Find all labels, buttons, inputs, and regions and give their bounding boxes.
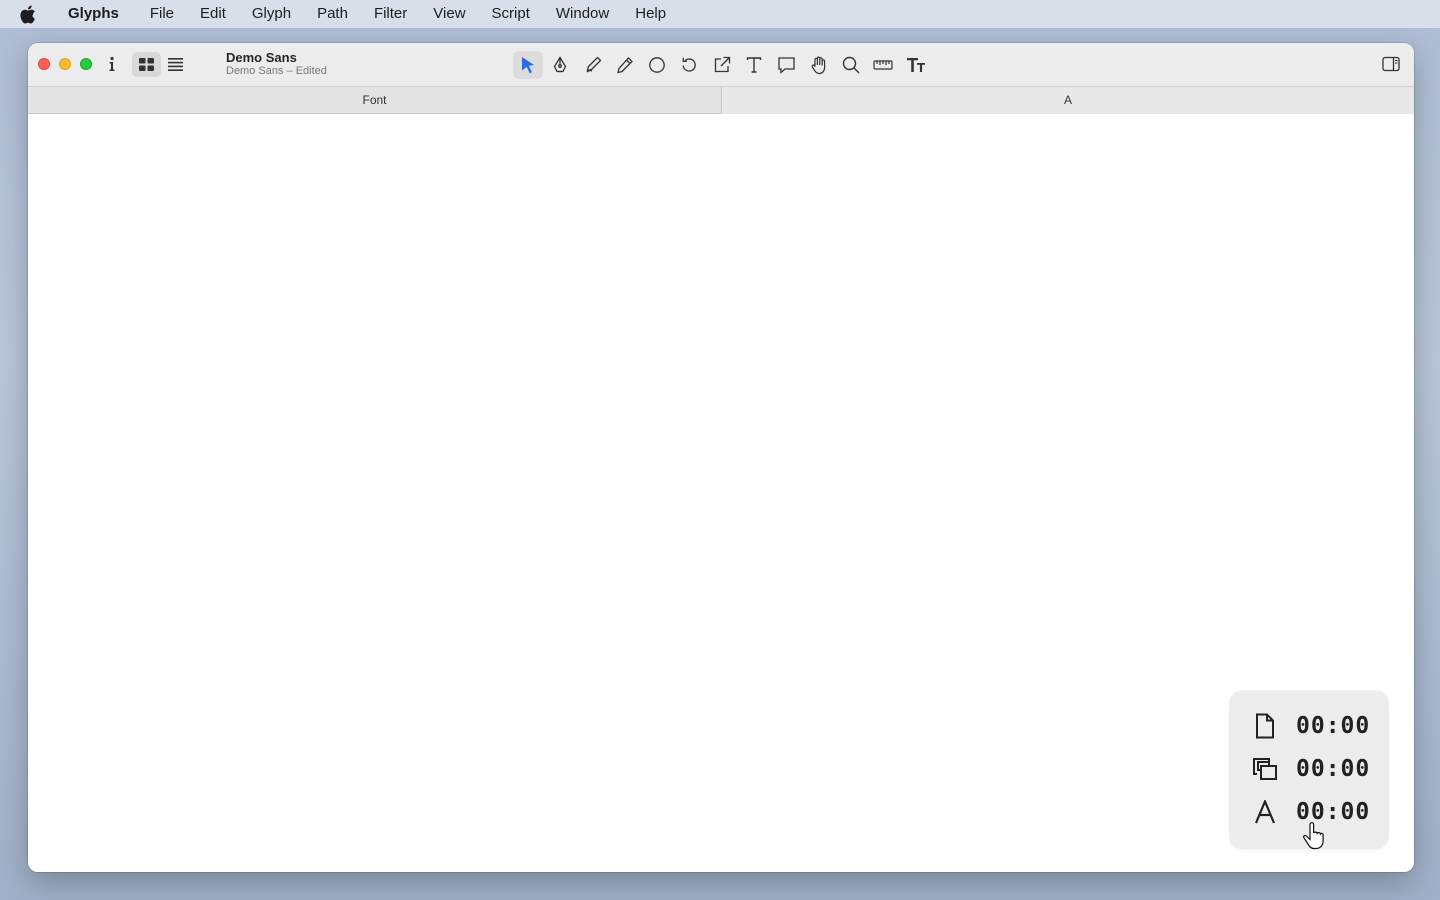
hand-tool-icon[interactable] [804, 51, 834, 79]
menu-filter[interactable]: Filter [361, 0, 420, 28]
list-view-icon[interactable] [161, 52, 190, 77]
tab-bar: Font A [28, 86, 1414, 114]
mouse-cursor-icon [1302, 822, 1324, 850]
menu-bar: Glyphs File Edit Glyph Path Filter View … [0, 0, 1440, 28]
select-tool-icon[interactable] [513, 51, 543, 79]
measure-tool-icon[interactable] [868, 51, 898, 79]
layers-icon [1250, 754, 1280, 784]
export-tool-icon[interactable] [707, 51, 737, 79]
font-size-icon[interactable] [901, 51, 931, 79]
apple-logo-icon[interactable] [0, 0, 54, 28]
pen-tool-icon[interactable] [545, 51, 575, 79]
ellipse-tool-icon[interactable] [642, 51, 672, 79]
zoom-tool-icon[interactable] [836, 51, 866, 79]
timer-layers-value: 00:00 [1296, 756, 1371, 782]
menu-edit[interactable]: Edit [187, 0, 239, 28]
menu-file[interactable]: File [137, 0, 187, 28]
document-title: Demo Sans Demo Sans – Edited [226, 50, 386, 78]
edit-canvas[interactable] [28, 114, 1414, 872]
pencil-tool-icon[interactable] [610, 51, 640, 79]
menu-window[interactable]: Window [543, 0, 622, 28]
menu-script[interactable]: Script [479, 0, 543, 28]
menu-help[interactable]: Help [622, 0, 679, 28]
window-toolbar: Demo Sans Demo Sans – Edited [28, 43, 1414, 86]
view-mode-switch [132, 52, 190, 77]
timer-document-value: 00:00 [1296, 713, 1371, 739]
tab-glyph-a[interactable]: A [722, 87, 1414, 114]
document-window: Demo Sans Demo Sans – Edited Font A 00:0… [28, 43, 1414, 872]
draw-tool-icon[interactable] [578, 51, 608, 79]
zoom-window-button[interactable] [80, 58, 92, 70]
rotate-tool-icon[interactable] [674, 51, 704, 79]
tool-palette [513, 50, 933, 80]
minimize-window-button[interactable] [59, 58, 71, 70]
grid-view-icon[interactable] [132, 52, 161, 77]
text-tool-icon[interactable] [739, 51, 769, 79]
document-subtitle: Demo Sans – Edited [226, 65, 327, 77]
annotation-tool-icon[interactable] [771, 51, 801, 79]
glyph-a-icon [1250, 797, 1280, 827]
menu-glyphs[interactable]: Glyphs [54, 0, 137, 28]
menu-path[interactable]: Path [304, 0, 361, 28]
menu-glyph[interactable]: Glyph [239, 0, 304, 28]
menu-view[interactable]: View [420, 0, 478, 28]
sidebar-toggle-icon[interactable] [1382, 56, 1400, 72]
timer-row-document: 00:00 [1250, 709, 1380, 743]
tab-font[interactable]: Font [28, 87, 722, 114]
document-name: Demo Sans [226, 50, 297, 65]
timer-row-layers: 00:00 [1250, 752, 1380, 786]
document-icon [1250, 711, 1280, 741]
info-icon[interactable] [104, 54, 120, 74]
close-window-button[interactable] [38, 58, 50, 70]
